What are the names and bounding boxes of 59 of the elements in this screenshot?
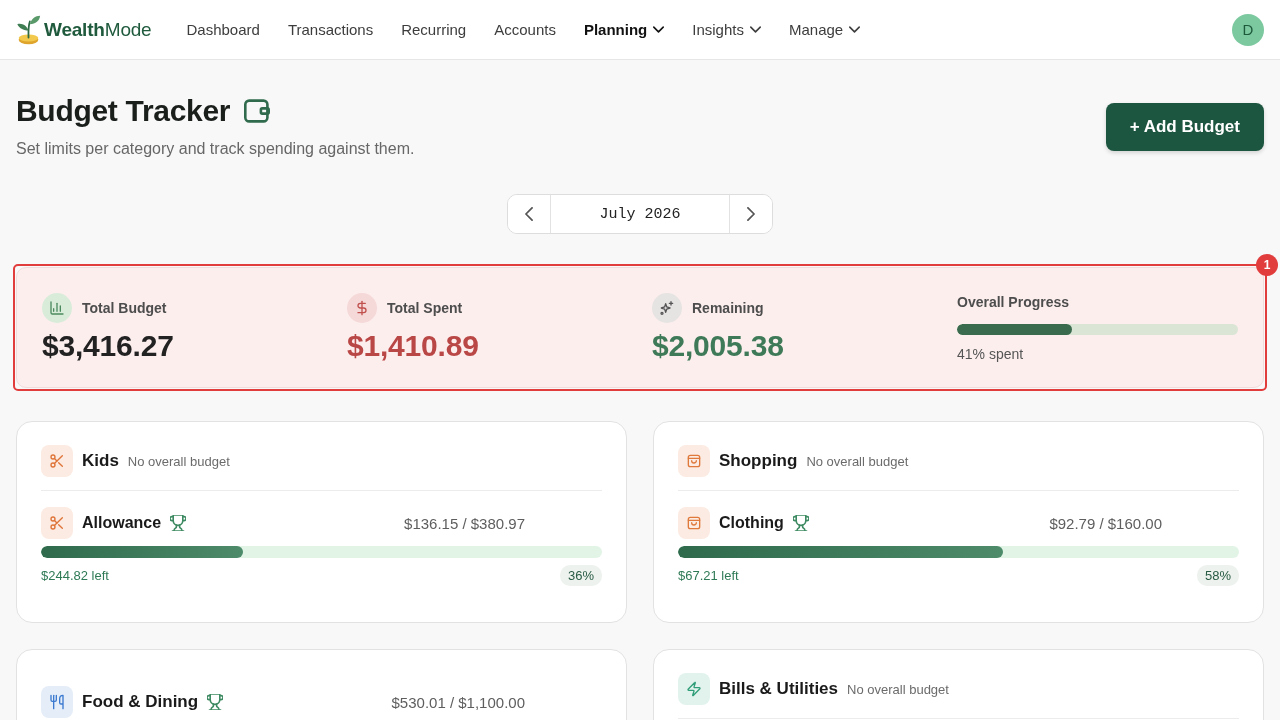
nav-link[interactable]: Dashboard — [186, 17, 260, 42]
trophy-icon — [170, 515, 187, 531]
page-title: Budget Tracker — [16, 93, 231, 129]
chevron-down-icon — [749, 24, 761, 35]
previous-month-button[interactable] — [508, 195, 551, 233]
chevron-down-icon — [849, 24, 861, 35]
budget-amount: $92.79 / $160.00 — [1049, 514, 1162, 532]
dollar-sign-icon — [347, 293, 377, 323]
sparkles-icon — [652, 293, 682, 323]
percent-badge: 58% — [1196, 565, 1239, 586]
category-note: No overall budget — [847, 681, 949, 697]
nav-link[interactable]: Insights — [692, 17, 761, 42]
category-title: Food & Dining — [82, 692, 199, 712]
sprout-coin-icon — [16, 14, 41, 45]
subcategory-name: Allowance — [82, 514, 162, 532]
wallet-icon — [244, 98, 271, 124]
fork-knife-icon — [41, 686, 73, 718]
shopping-bag-icon — [678, 445, 710, 477]
user-avatar[interactable]: D — [1232, 13, 1264, 46]
shopping-bag-icon — [678, 507, 710, 539]
budget-amount: $530.01 / $1,100.00 — [391, 693, 525, 711]
trophy-icon — [792, 515, 809, 531]
remaining-amount: $244.82 left — [41, 568, 109, 583]
category-title: Bills & Utilities — [719, 679, 839, 699]
percent-badge: 36% — [559, 565, 602, 586]
category-note: No overall budget — [127, 453, 230, 469]
stat-value: $2,005.38 — [652, 328, 785, 364]
scissors-icon — [41, 445, 73, 477]
category-title: Shopping — [719, 451, 798, 471]
annotation-badge: 1 — [1256, 254, 1278, 276]
category-title: Kids — [82, 451, 119, 471]
nav-link[interactable]: Manage — [788, 17, 861, 42]
progress-label: Overall Progress — [957, 293, 1071, 311]
page-subtitle: Set limits per category and track spending against them. — [16, 139, 415, 159]
nav-link[interactable]: Planning — [583, 17, 665, 42]
stat-label: Total Spent — [387, 300, 463, 316]
stat-label: Remaining — [692, 300, 764, 316]
nav-link[interactable]: Transactions — [287, 17, 374, 42]
next-month-button[interactable] — [729, 195, 772, 233]
scissors-icon — [41, 507, 73, 539]
chevron-down-icon — [653, 24, 665, 35]
progress-caption: 41% spent — [957, 345, 1025, 363]
stat-value: $3,416.27 — [42, 328, 175, 364]
remaining-amount: $67.21 left — [678, 568, 739, 583]
lightning-bolt-icon — [678, 673, 710, 705]
chevron-left-icon — [522, 207, 536, 221]
nav-link[interactable]: Accounts — [494, 17, 556, 42]
stat-label: Total Budget — [82, 300, 167, 316]
budget-amount: $136.15 / $380.97 — [404, 514, 525, 532]
subcategory-name: Clothing — [719, 514, 784, 532]
add-budget-button[interactable]: + Add Budget — [1105, 103, 1264, 151]
chevron-right-icon — [744, 207, 758, 221]
stat-value: $1,410.89 — [347, 328, 480, 364]
category-note: No overall budget — [806, 453, 909, 469]
trophy-icon — [207, 694, 224, 710]
bar-chart-icon — [42, 293, 72, 323]
month-label: July 2026 — [598, 204, 682, 225]
nav-link[interactable]: Recurring — [401, 17, 467, 42]
logo-text: WealthMode — [44, 18, 152, 41]
